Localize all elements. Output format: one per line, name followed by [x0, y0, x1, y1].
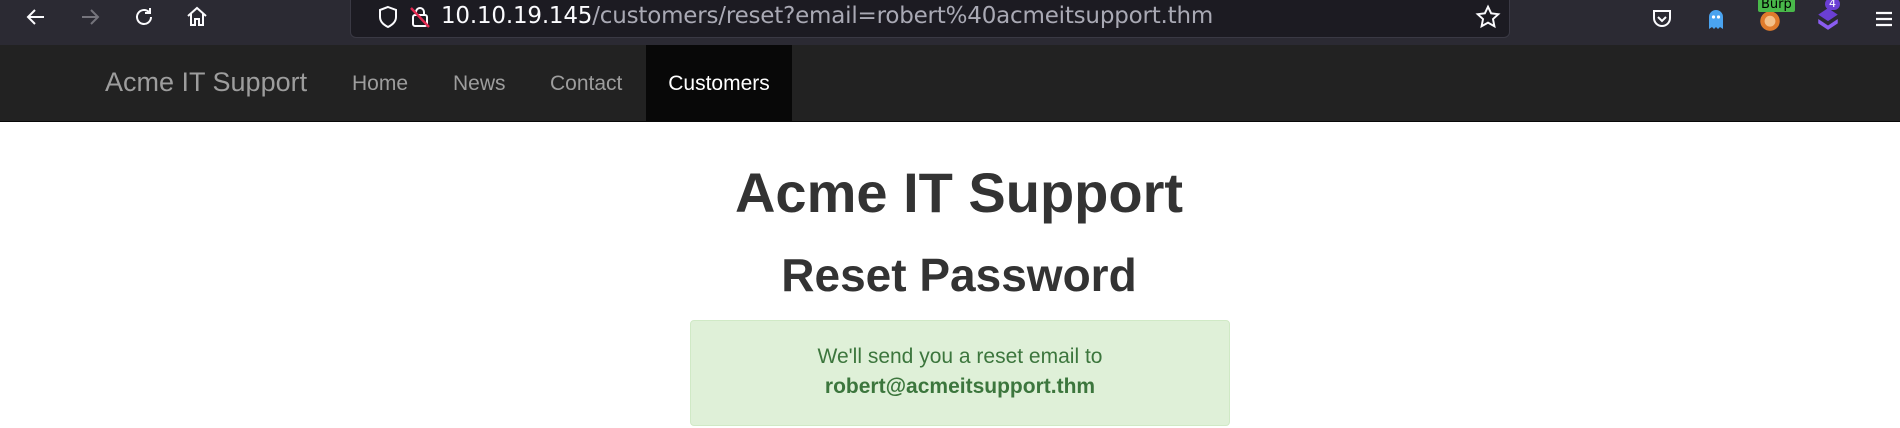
page-subtitle: Reset Password [781, 249, 1137, 301]
site-navbar: Acme IT Support Home News Contact Custom… [0, 45, 1900, 122]
shield-icon[interactable] [375, 4, 401, 30]
menu-icon[interactable] [1868, 4, 1900, 34]
ghost-icon[interactable] [1700, 4, 1732, 34]
url-path: /customers/reset?email=robert%40acmeitsu… [592, 3, 1214, 29]
alert-message: We'll send you a reset email to [817, 345, 1103, 368]
pocket-icon[interactable] [1646, 4, 1678, 34]
home-icon[interactable] [177, 0, 217, 34]
browser-toolbar: 10.10.19.145/customers/reset?email=rober… [0, 0, 1900, 45]
alert-email: robert@acmeitsupport.thm [824, 375, 1096, 398]
nav-news[interactable]: News [431, 45, 528, 122]
url-bar[interactable]: 10.10.19.145/customers/reset?email=rober… [350, 0, 1510, 38]
page-title: Acme IT Support [734, 161, 1184, 224]
url-text[interactable]: 10.10.19.145/customers/reset?email=rober… [441, 3, 1213, 29]
burp-label: Burp [1758, 0, 1795, 12]
navbar-brand[interactable]: Acme IT Support [105, 67, 307, 98]
extension-badge: 4 [1825, 0, 1840, 10]
nav-customers[interactable]: Customers [646, 45, 792, 122]
reload-icon[interactable] [124, 0, 164, 34]
url-host: 10.10.19.145 [441, 3, 593, 29]
insecure-lock-icon[interactable] [407, 4, 433, 30]
forward-arrow-icon[interactable] [70, 0, 110, 34]
star-icon[interactable] [1475, 4, 1501, 30]
nav-contact[interactable]: Contact [528, 45, 644, 122]
success-alert: We'll send you a reset email to robert@a… [690, 320, 1230, 426]
nav-home[interactable]: Home [330, 45, 430, 122]
back-arrow-icon[interactable] [16, 0, 56, 34]
